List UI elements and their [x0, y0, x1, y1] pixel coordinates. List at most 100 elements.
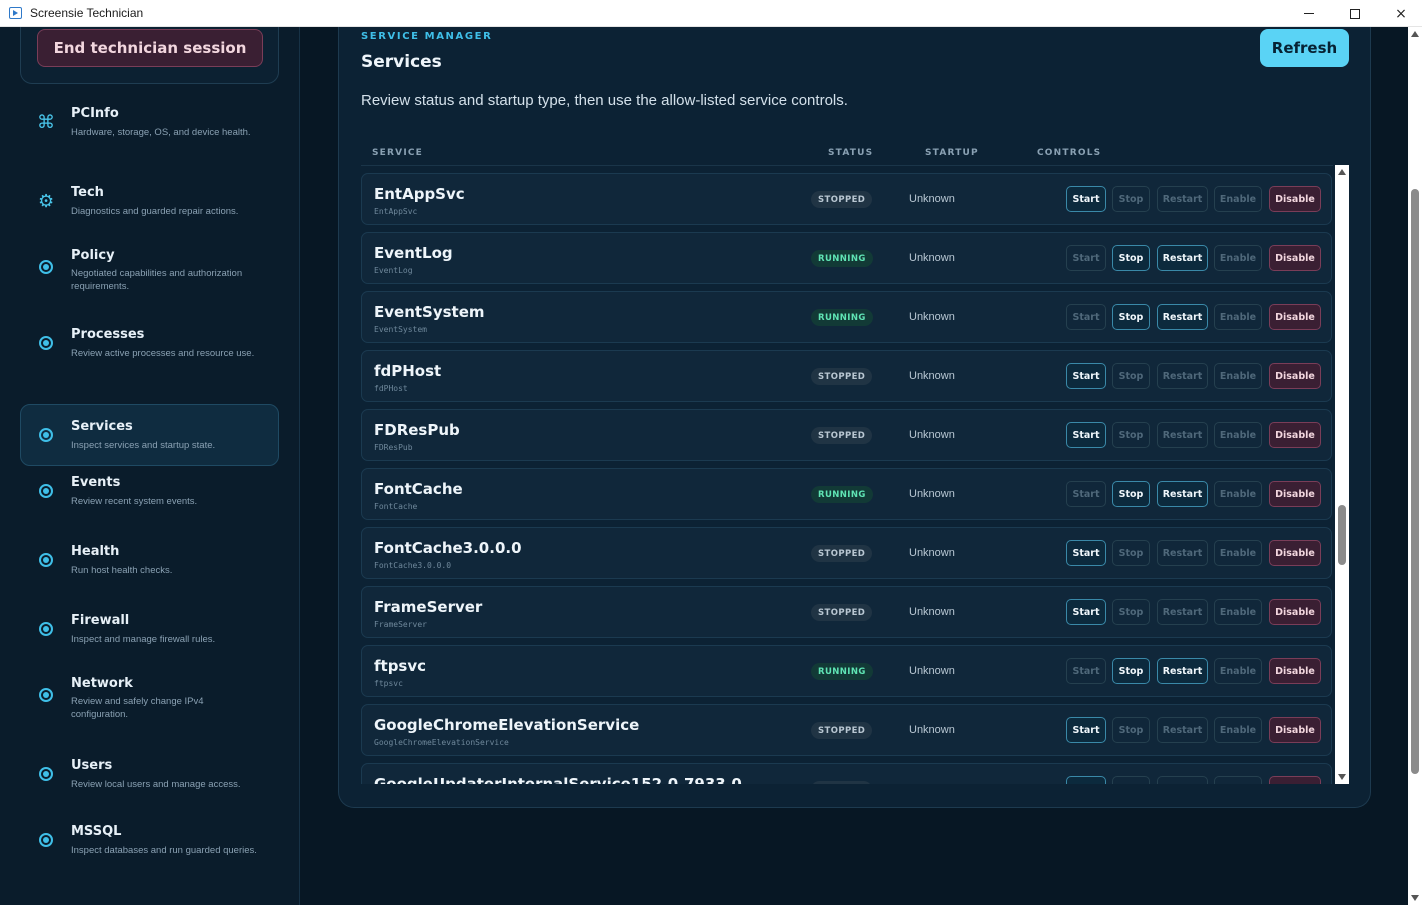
app-icon: [9, 7, 22, 19]
scroll-up-icon[interactable]: [1338, 169, 1346, 175]
disable-button[interactable]: Disable: [1269, 540, 1321, 566]
start-button[interactable]: Start: [1066, 245, 1106, 271]
disable-button[interactable]: Disable: [1269, 363, 1321, 389]
start-button[interactable]: Start: [1066, 304, 1106, 330]
restart-button[interactable]: Restart: [1157, 481, 1208, 507]
sidebar-item-label: Network: [71, 676, 133, 691]
enable-button[interactable]: Enable: [1214, 717, 1262, 743]
close-button[interactable]: ×: [1378, 0, 1422, 27]
sidebar-item-tech[interactable]: ⚙ Tech Diagnostics and guarded repair acti…: [20, 170, 279, 232]
start-button[interactable]: Start: [1066, 599, 1106, 625]
sidebar-item-processes[interactable]: Processes Review active processes and res…: [20, 312, 279, 374]
enable-button[interactable]: Enable: [1214, 186, 1262, 212]
column-header-status: STATUS: [828, 148, 874, 158]
enable-button[interactable]: Enable: [1214, 422, 1262, 448]
enable-button[interactable]: Enable: [1214, 304, 1262, 330]
disable-button[interactable]: Disable: [1269, 776, 1321, 784]
services-scrollbar[interactable]: [1335, 165, 1349, 784]
stop-button[interactable]: Stop: [1112, 422, 1150, 448]
command-icon: ⌘: [37, 111, 55, 133]
start-button[interactable]: Start: [1066, 658, 1106, 684]
restart-button[interactable]: Restart: [1157, 658, 1208, 684]
table-row: GoogleUpdaterInternalService152.0.7933.0…: [361, 763, 1332, 784]
window-scrollbar[interactable]: [1408, 27, 1422, 905]
start-button[interactable]: Start: [1066, 540, 1106, 566]
status-badge: STOPPED: [811, 191, 873, 208]
restart-button[interactable]: Restart: [1157, 540, 1208, 566]
sidebar-item-label: Policy: [71, 248, 115, 263]
sidebar-item-policy[interactable]: Policy Negotiated capabilities and author…: [20, 236, 279, 298]
stop-button[interactable]: Stop: [1112, 363, 1150, 389]
service-name: GoogleChromeElevationService: [374, 716, 640, 734]
service-id: fdPHost: [374, 384, 408, 393]
start-button[interactable]: Start: [1066, 422, 1106, 448]
sidebar-item-mssql[interactable]: MSSQL Inspect databases and run guarded q…: [20, 809, 279, 871]
enable-button[interactable]: Enable: [1214, 776, 1262, 784]
restart-button[interactable]: Restart: [1157, 245, 1208, 271]
startup-type: Unknown: [909, 665, 955, 677]
restart-button[interactable]: Restart: [1157, 363, 1208, 389]
end-session-button[interactable]: End technician session: [37, 29, 263, 67]
start-button[interactable]: Start: [1066, 481, 1106, 507]
sidebar-item-pcinfo[interactable]: ⌘ PCInfo Hardware, storage, OS, and device…: [20, 91, 279, 153]
minimize-button[interactable]: [1286, 0, 1332, 27]
disable-button[interactable]: Disable: [1269, 304, 1321, 330]
restart-button[interactable]: Restart: [1157, 599, 1208, 625]
refresh-button[interactable]: Refresh: [1260, 29, 1349, 67]
restart-button[interactable]: Restart: [1157, 717, 1208, 743]
dot-icon: [38, 832, 54, 848]
disable-button[interactable]: Disable: [1269, 186, 1321, 212]
start-button[interactable]: Start: [1066, 186, 1106, 212]
start-button[interactable]: Start: [1066, 776, 1106, 784]
enable-button[interactable]: Enable: [1214, 245, 1262, 271]
start-button[interactable]: Start: [1066, 363, 1106, 389]
disable-button[interactable]: Disable: [1269, 481, 1321, 507]
scrollbar-thumb[interactable]: [1338, 505, 1346, 565]
enable-button[interactable]: Enable: [1214, 599, 1262, 625]
disable-button[interactable]: Disable: [1269, 599, 1321, 625]
sidebar-item-services[interactable]: Services Inspect services and startup sta…: [20, 404, 279, 466]
sidebar-item-events[interactable]: Events Review recent system events.: [20, 460, 279, 522]
service-name: FrameServer: [374, 598, 483, 616]
stop-button[interactable]: Stop: [1112, 717, 1150, 743]
restart-button[interactable]: Restart: [1157, 304, 1208, 330]
services-list[interactable]: EntAppSvc EntAppSvc STOPPED Unknown Start Sto…: [361, 173, 1333, 784]
table-row: FDResPub FDResPub STOPPED Unknown Start Stop R…: [361, 409, 1332, 461]
restart-button[interactable]: Restart: [1157, 776, 1208, 784]
start-button[interactable]: Start: [1066, 717, 1106, 743]
sidebar-item-network[interactable]: Network Review and safely change IPv4 con…: [20, 664, 279, 726]
restart-button[interactable]: Restart: [1157, 422, 1208, 448]
sidebar-item-description: Review local users and manage access.: [71, 779, 241, 790]
scrollbar-thumb[interactable]: [1411, 189, 1419, 774]
stop-button[interactable]: Stop: [1112, 186, 1150, 212]
enable-button[interactable]: Enable: [1214, 363, 1262, 389]
enable-button[interactable]: Enable: [1214, 658, 1262, 684]
stop-button[interactable]: Stop: [1112, 658, 1150, 684]
restart-button[interactable]: Restart: [1157, 186, 1208, 212]
stop-button[interactable]: Stop: [1112, 245, 1150, 271]
scroll-down-icon[interactable]: [1338, 774, 1346, 780]
section-eyebrow: SERVICE MANAGER: [361, 31, 493, 42]
stop-button[interactable]: Stop: [1112, 540, 1150, 566]
stop-button[interactable]: Stop: [1112, 481, 1150, 507]
stop-button[interactable]: Stop: [1112, 304, 1150, 330]
scroll-down-icon[interactable]: [1411, 895, 1419, 901]
sidebar-item-health[interactable]: Health Run host health checks.: [20, 529, 279, 591]
enable-button[interactable]: Enable: [1214, 540, 1262, 566]
sidebar-item-description: Inspect databases and run guarded querie…: [71, 845, 257, 856]
scroll-up-icon[interactable]: [1411, 31, 1419, 37]
disable-button[interactable]: Disable: [1269, 717, 1321, 743]
disable-button[interactable]: Disable: [1269, 422, 1321, 448]
disable-button[interactable]: Disable: [1269, 245, 1321, 271]
dot-icon: [38, 335, 54, 351]
service-name: EventLog: [374, 244, 453, 262]
sidebar-item-firewall[interactable]: Firewall Inspect and manage firewall rule…: [20, 598, 279, 660]
stop-button[interactable]: Stop: [1112, 599, 1150, 625]
stop-button[interactable]: Stop: [1112, 776, 1150, 784]
startup-type: Unknown: [909, 547, 955, 559]
enable-button[interactable]: Enable: [1214, 481, 1262, 507]
sidebar-item-users[interactable]: Users Review local users and manage acces…: [20, 743, 279, 805]
maximize-button[interactable]: [1332, 0, 1378, 27]
dot-icon: [38, 687, 54, 703]
disable-button[interactable]: Disable: [1269, 658, 1321, 684]
